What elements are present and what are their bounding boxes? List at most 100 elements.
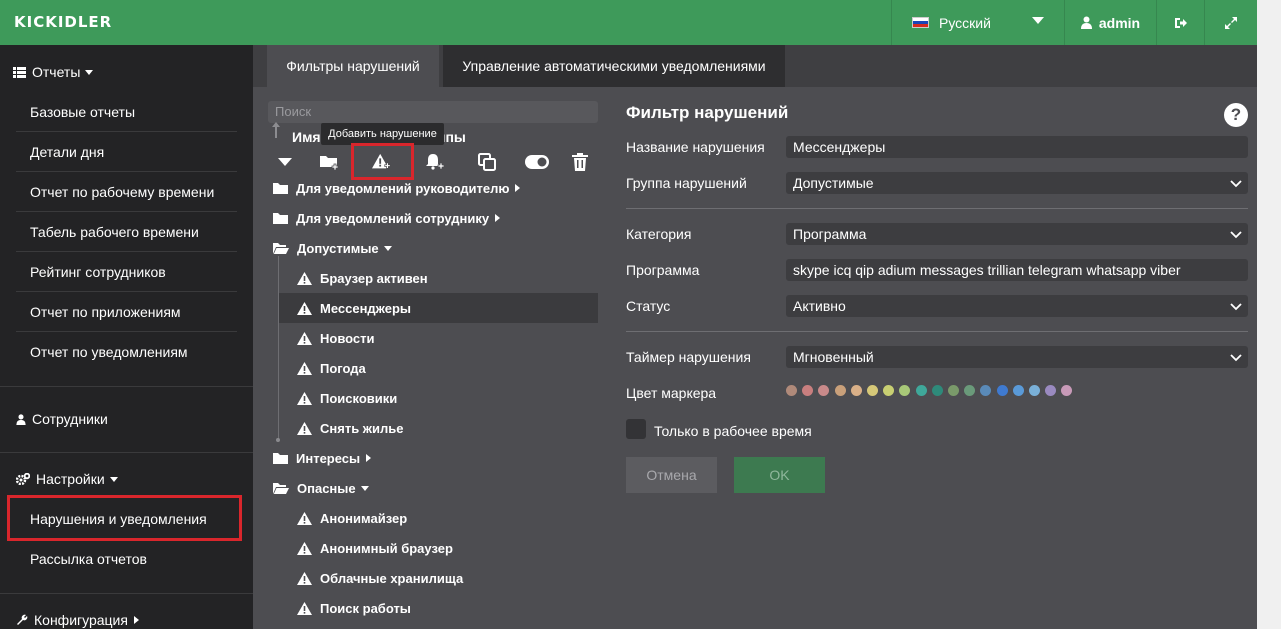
user-menu[interactable]: admin [1064,0,1156,45]
warning-icon [297,571,312,585]
sidebar-employees-label: Сотрудники [32,411,108,427]
folder-icon [273,183,288,194]
tree-row-label: Допустимые [297,240,379,256]
worktime-only-checkbox[interactable] [626,419,646,439]
timer-label: Таймер нарушения [626,349,751,365]
tree-item-search-engines[interactable]: Поисковики [297,383,397,413]
copy-button[interactable] [477,152,497,172]
tab-auto-notifications[interactable]: Управление автоматическими уведомлениями [443,45,785,87]
sidebar-item-basic-reports[interactable]: Базовые отчеты [16,92,237,132]
color-swatch[interactable] [931,385,943,396]
gears-icon [16,473,30,485]
tree-item-cloud-storage[interactable]: Облачные хранилища [297,563,463,593]
color-swatch[interactable] [1029,385,1040,396]
color-swatch[interactable] [915,385,927,396]
category-select[interactable]: Программа [786,223,1248,245]
sidebar-item-day-details[interactable]: Детали дня [16,132,237,172]
user-icon [16,413,26,425]
sidebar-item-app-report[interactable]: Отчет по приложениям [16,292,237,332]
sidebar-divider [0,386,253,387]
tree-item-rent-housing[interactable]: Снять жилье [297,413,403,443]
folder-open-icon [273,243,289,254]
sidebar-employees[interactable]: Сотрудники [16,411,108,427]
tree-folder-dangerous[interactable]: Опасные [273,473,369,503]
tree-item-messengers-selected[interactable]: Мессенджеры [279,293,598,323]
category-value: Программа [793,226,867,242]
tree-row-label: Анонимайзер [320,510,408,526]
language-label: Русский [939,14,991,31]
sidebar-reports-header[interactable]: Отчеты [13,64,94,80]
user-name: admin [1098,14,1141,31]
color-swatch[interactable] [996,385,1008,396]
color-swatch[interactable] [834,385,846,396]
help-button[interactable]: ? [1224,103,1248,127]
page-scrollbar[interactable] [1257,0,1281,629]
sidebar-reports-label: Отчеты [32,64,81,80]
app-logo[interactable]: KICKIDLER [14,13,112,31]
status-select[interactable]: Активно [786,295,1248,317]
sidebar-config-label: Конфигурация [34,612,128,628]
color-swatch[interactable] [867,385,878,396]
chevron-down-icon [1230,303,1242,311]
sidebar-item-timesheet[interactable]: Табель рабочего времени [16,212,237,252]
highlight-frame-sidebar [7,495,242,541]
tree-folder-interests[interactable]: Интересы [273,443,372,473]
fullscreen-button[interactable] [1204,0,1257,45]
tree-folder-allowed[interactable]: Допустимые [273,233,392,263]
tree-item-anonymizer[interactable]: Анонимайзер [297,503,407,533]
status-value: Активно [793,298,846,314]
warning-icon [297,301,312,315]
ok-button[interactable]: OK [734,457,825,493]
tree-guide-line [278,256,279,441]
tree-item-job-search[interactable]: Поиск работы [297,593,411,623]
chevron-down-icon [1230,180,1242,188]
caret-right-icon [133,616,139,624]
sidebar-item-notification-report[interactable]: Отчет по уведомлениям [16,332,237,372]
timer-select[interactable]: Мгновенный [786,346,1248,368]
warning-icon [297,331,312,345]
add-folder-button[interactable] [320,152,340,172]
folder-icon [273,453,288,464]
language-selector[interactable]: Русский [891,0,1064,45]
chevron-down-icon [1032,17,1044,24]
logout-button[interactable] [1156,0,1204,45]
warning-icon [297,361,312,375]
collapse-all-button[interactable] [275,152,295,172]
tree-item-weather[interactable]: Погода [297,353,366,383]
delete-button[interactable] [570,152,590,172]
list-icon [13,66,26,78]
sidebar-item-report-mailing[interactable]: Рассылка отчетов [16,539,237,579]
program-input[interactable]: skype icq qip adium messages trillian te… [786,259,1248,281]
toggle-button[interactable] [524,152,550,172]
sidebar-item-employee-rating[interactable]: Рейтинг сотрудников [16,252,237,292]
tree-search-input[interactable]: Поиск [268,101,598,123]
color-swatch[interactable] [786,385,797,396]
toggle-on-icon [525,155,549,169]
category-label: Категория [626,226,692,242]
violation-group-select[interactable]: Допустимые [786,172,1248,194]
tree-folder-manager-notifications[interactable]: Для уведомлений руководителю [273,173,521,203]
cancel-button[interactable]: Отмена [626,457,717,493]
violation-group-value: Допустимые [793,175,874,191]
tab-violation-filters[interactable]: Фильтры нарушений [267,45,439,87]
color-swatch[interactable] [948,385,959,396]
tree-header-name: Имя [292,129,321,145]
color-swatch[interactable] [1012,385,1024,396]
sidebar-item-worktime-report[interactable]: Отчет по рабочему времени [16,172,237,212]
sidebar-divider [0,452,253,453]
tooltip-add-violation: Добавить нарушение [321,123,444,145]
add-notification-button[interactable] [425,152,445,172]
warning-icon [297,601,312,615]
tree-row-label: Погода [320,360,366,376]
caret-right-icon [366,454,372,462]
sidebar-settings-header[interactable]: Настройки [16,471,118,487]
tree-item-news[interactable]: Новости [297,323,375,353]
tree-folder-employee-notifications[interactable]: Для уведомлений сотруднику [273,203,501,233]
tree-row-label: Анонимный браузер [320,540,453,556]
tree-item-anonymous-browser[interactable]: Анонимный браузер [297,533,453,563]
violation-name-input[interactable]: Мессенджеры [786,136,1248,158]
color-swatch[interactable] [850,385,862,396]
back-arrow-icon[interactable] [272,120,290,140]
tree-item-browser-active[interactable]: Браузер активен [297,263,428,293]
sidebar-config-header[interactable]: Конфигурация [16,612,139,628]
